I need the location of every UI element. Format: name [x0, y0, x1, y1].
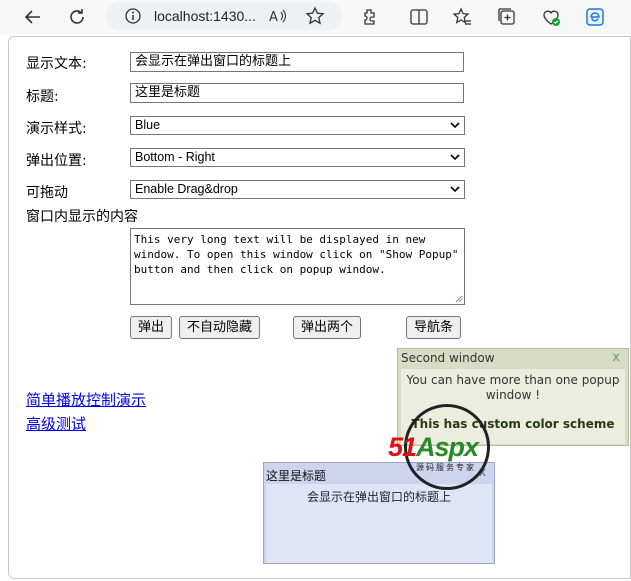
position-select[interactable]: Bottom - Right: [130, 148, 465, 167]
content-textarea[interactable]: This very long text will be displayed in…: [130, 228, 465, 305]
style-select-value: Blue: [135, 118, 161, 132]
refresh-icon[interactable]: [62, 3, 92, 31]
display-text-input[interactable]: 会显示在弹出窗口的标题上: [130, 52, 464, 72]
content-label: 窗口内显示的内容: [26, 209, 138, 225]
second-popup-message: You can have more than one popup window …: [406, 373, 620, 402]
extensions-icon[interactable]: [355, 3, 385, 31]
position-label: 弹出位置:: [26, 153, 87, 169]
first-popup-body[interactable]: 会显示在弹出窗口的标题上: [266, 484, 492, 563]
title-input[interactable]: 这里是标题: [130, 83, 464, 103]
info-icon[interactable]: [124, 7, 142, 29]
drag-select-value: Enable Drag&drop: [135, 182, 238, 196]
collections-icon[interactable]: [492, 3, 522, 31]
popup-button[interactable]: 弹出: [130, 316, 172, 339]
read-aloud-icon[interactable]: A: [268, 6, 288, 30]
edge-icon[interactable]: [580, 3, 610, 31]
style-label: 演示样式:: [26, 121, 87, 137]
favorite-icon[interactable]: [305, 6, 325, 30]
favorites-icon[interactable]: [447, 3, 477, 31]
second-popup-title: Second window: [401, 351, 495, 365]
content-text: This very long text will be displayed in…: [134, 233, 459, 276]
watermark-logo: 51Aspx 源码服务专家: [386, 402, 516, 494]
chevron-down-icon: [450, 186, 460, 193]
drag-label: 可拖动: [26, 185, 68, 201]
first-popup-title: 这里是标题: [266, 469, 327, 483]
no-autohide-button[interactable]: 不自动隐藏: [179, 316, 260, 339]
display-text-label: 显示文本:: [26, 56, 87, 72]
address-bar[interactable]: localhost:1430... A: [106, 2, 342, 30]
split-screen-icon[interactable]: [404, 3, 434, 31]
drag-select[interactable]: Enable Drag&drop: [130, 180, 465, 199]
browser-toolbar: localhost:1430... A: [0, 0, 631, 34]
link-advanced-test[interactable]: 高级测试: [26, 413, 86, 434]
second-popup-close-button[interactable]: x: [612, 350, 620, 365]
resize-handle-icon[interactable]: [455, 295, 463, 303]
browser-essentials-icon[interactable]: [536, 3, 566, 31]
popup-two-button[interactable]: 弹出两个: [293, 316, 361, 339]
chevron-down-icon: [450, 122, 460, 129]
back-icon[interactable]: [18, 3, 48, 31]
link-simple-playback[interactable]: 简单播放控制演示: [26, 389, 146, 410]
watermark-subtitle: 源码服务专家: [416, 463, 476, 472]
style-select[interactable]: Blue: [130, 116, 465, 135]
svg-text:A: A: [269, 10, 278, 25]
navbar-button[interactable]: 导航条: [406, 316, 461, 339]
url-text: localhost:1430...: [154, 8, 256, 24]
position-select-value: Bottom - Right: [135, 150, 215, 164]
title-label: 标题:: [26, 89, 59, 105]
chevron-down-icon: [450, 154, 460, 161]
watermark-brand: 51Aspx: [388, 432, 479, 462]
